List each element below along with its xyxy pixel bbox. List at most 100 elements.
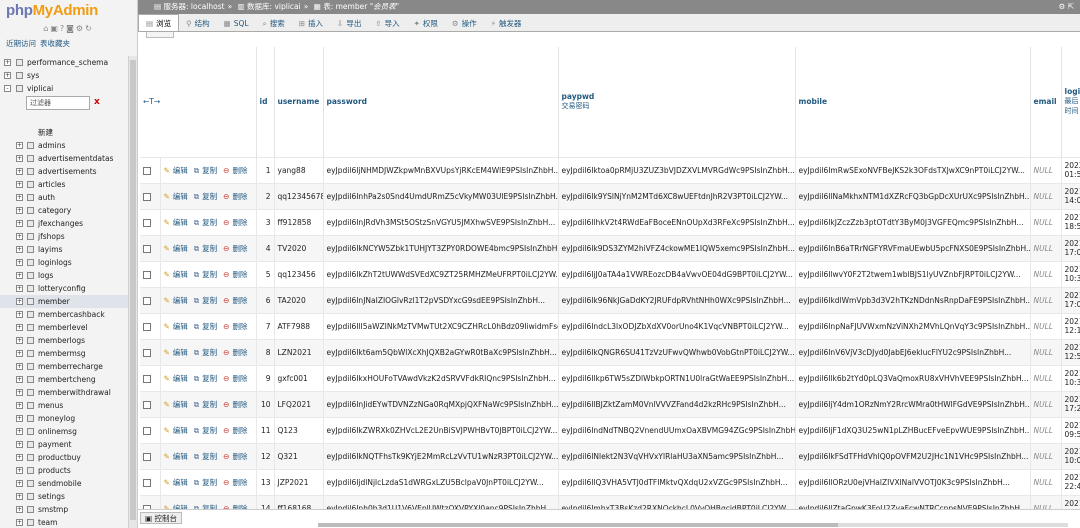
tree-database-sys[interactable]: + sys	[0, 69, 128, 82]
edit-action[interactable]: ✎ 编辑	[164, 400, 191, 409]
cell-username[interactable]: ATF7988	[274, 312, 324, 339]
cell-mobile[interactable]: eyJpdil6Ilk6b2tYd0pLQ3VaQmoxRU8xVHVhVEE9…	[795, 364, 1031, 391]
checkbox[interactable]	[143, 270, 151, 279]
edit-action[interactable]: ✎ 编辑	[164, 270, 191, 279]
expand-icon[interactable]: +	[16, 337, 23, 344]
checkbox[interactable]	[143, 192, 151, 201]
tab-8[interactable]: ⚙ 操作	[445, 15, 484, 32]
cell-mobile[interactable]: eyJpdil6IkFSdTFHdVhlQ0pOVFM2U2JHc1N1VHc9…	[795, 442, 1031, 469]
cell-paypwd[interactable]: eyJpdil6IjJ0aTA4a1VWREozcDB4aVwvOE04dG9B…	[558, 260, 796, 287]
cell-password[interactable]: eyJpdil6IkNCYW5Zbk1TUHJYT3ZPY0RDOWE4bmc9…	[323, 234, 559, 261]
copy-action[interactable]: ⧉ 复制	[194, 296, 220, 305]
cell-email[interactable]: NULL	[1030, 312, 1062, 339]
delete-action[interactable]: ⊖ 删除	[223, 478, 250, 487]
expand-icon[interactable]: +	[4, 59, 11, 66]
cell-login[interactable]: 2021 17:0	[1061, 286, 1080, 313]
tree-table-logs[interactable]: + logs	[0, 269, 128, 282]
expand-icon[interactable]: +	[16, 519, 23, 526]
checkbox[interactable]	[143, 166, 151, 175]
phpmyadmin-logo[interactable]: phpMyAdmin	[0, 0, 137, 24]
cell-login[interactable]: 2021 12:1	[1061, 312, 1080, 339]
cell-email[interactable]: NULL	[1030, 442, 1062, 469]
expand-icon[interactable]: +	[16, 454, 23, 461]
reload-icon[interactable]: ↻	[85, 24, 94, 33]
copy-action[interactable]: ⧉ 复制	[194, 322, 220, 331]
checkbox[interactable]	[143, 374, 151, 383]
cell-login[interactable]: 2021 10:0	[1061, 442, 1080, 469]
cell-paypwd[interactable]: eyJpdil6Ik96NkJGaDdKY2JRUFdpRVhtNHh0WXc9…	[558, 286, 796, 313]
row-checkbox[interactable]	[140, 286, 161, 313]
cell-paypwd[interactable]: eyJpdil6Ik9YSlNjYnM2MTd6XC8wUEFtdnJhR2V3…	[558, 182, 796, 209]
cell-email[interactable]: NULL	[1030, 234, 1062, 261]
edit-action[interactable]: ✎ 编辑	[164, 478, 191, 487]
tab-0[interactable]: ▤ 浏览	[138, 14, 180, 31]
delete-action[interactable]: ⊖ 删除	[223, 270, 250, 279]
tree-database-viplicai[interactable]: - viplicai	[0, 82, 128, 95]
expand-icon[interactable]: +	[4, 72, 11, 79]
cell-id[interactable]: 9	[256, 364, 275, 391]
cell-login[interactable]: 2021 12:5	[1061, 338, 1080, 365]
copy-action[interactable]: ⧉ 复制	[194, 452, 220, 461]
breadcrumb-server[interactable]: localhost	[191, 2, 225, 11]
tab-1[interactable]: ⚲ 结构	[179, 15, 217, 32]
tree-table-smstmp[interactable]: + smstmp	[0, 503, 128, 516]
tree-database-performance_schema[interactable]: + performance_schema	[0, 56, 128, 69]
tab-4[interactable]: ⊞ 插入	[292, 15, 330, 32]
cell-login[interactable]: 2021 10:3	[1061, 260, 1080, 287]
delete-action[interactable]: ⊖ 删除	[223, 426, 250, 435]
cell-paypwd[interactable]: eyJpdil6IndcL3lxODJZbXdXV0orUno4K1VqcVNB…	[558, 312, 796, 339]
cell-mobile[interactable]: eyJpdil6IlORzU0ejVHalZIVXlNalVVOTJ0K3c9P…	[795, 468, 1031, 495]
edit-action[interactable]: ✎ 编辑	[164, 426, 191, 435]
horizontal-scrollbar[interactable]	[318, 523, 1068, 527]
checkbox[interactable]	[143, 426, 151, 435]
cell-login[interactable]: 2021 14:0	[1061, 182, 1080, 209]
cell-paypwd[interactable]: eyJpdil6ImhxT3BsKzd2RXNQckhcL0VyOHBqcjdB…	[558, 494, 796, 509]
cell-email[interactable]: NULL	[1030, 468, 1062, 495]
tree-table-jfexchanges[interactable]: + jfexchanges	[0, 217, 128, 230]
edit-action[interactable]: ✎ 编辑	[164, 244, 191, 253]
cell-username[interactable]: qq12345678	[274, 182, 324, 209]
checkbox[interactable]	[143, 400, 151, 409]
copy-action[interactable]: ⧉ 复制	[194, 426, 220, 435]
cell-mobile[interactable]: eyJpdil6IjY4dm1ORzNmY2RrcWMra0tHWlFGdVE9…	[795, 390, 1031, 417]
cell-id[interactable]: 5	[256, 260, 275, 287]
tree-table-jfshops[interactable]: + jfshops	[0, 230, 128, 243]
expand-icon[interactable]: +	[16, 324, 23, 331]
expand-icon[interactable]: +	[16, 480, 23, 487]
cell-id[interactable]: 4	[256, 234, 275, 261]
cell-id[interactable]: 8	[256, 338, 275, 365]
cell-login[interactable]: 2022 01:5	[1061, 156, 1080, 183]
cell-email[interactable]: NULL	[1030, 182, 1062, 209]
cell-login[interactable]: 2021 18:5	[1061, 208, 1080, 235]
cell-mobile[interactable]: eyJpdil6InpNaFJUVWxmNzViNXh2MVhLQnVqY3c9…	[795, 312, 1031, 339]
tree-table-membercashback[interactable]: + membercashback	[0, 308, 128, 321]
expand-icon[interactable]: +	[16, 259, 23, 266]
breadcrumb-database[interactable]: viplicai	[274, 2, 300, 11]
delete-action[interactable]: ⊖ 删除	[223, 192, 250, 201]
new-table-link[interactable]: 新建	[0, 126, 128, 139]
delete-action[interactable]: ⊖ 删除	[223, 218, 250, 227]
cell-username[interactable]: TA2020	[274, 286, 324, 313]
tab-5[interactable]: ⇩ 导出	[330, 15, 368, 32]
cell-password[interactable]: eyJpdil6IjdlNjlcLzdaS1dWRGxLZU5BclpaV0Jn…	[323, 468, 559, 495]
cell-paypwd[interactable]: eyJpdil6IlBJZktZamM0VnlVVVZFand4d2kzRHc9…	[558, 390, 796, 417]
tree-table-payment[interactable]: + payment	[0, 438, 128, 451]
cell-password[interactable]: eyJpdil6IkZWRXk0ZHVcL2E2UnBiSVJPWHBvT0JB…	[323, 416, 559, 443]
delete-action[interactable]: ⊖ 删除	[223, 452, 250, 461]
column-header-username[interactable]: username	[274, 47, 324, 157]
cell-id[interactable]: 7	[256, 312, 275, 339]
expand-icon[interactable]: +	[16, 415, 23, 422]
row-checkbox[interactable]	[140, 260, 161, 287]
expand-icon[interactable]: +	[16, 246, 23, 253]
cell-email[interactable]: NULL	[1030, 390, 1062, 417]
row-checkbox[interactable]	[140, 208, 161, 235]
cell-login[interactable]: 2021 10:3	[1061, 364, 1080, 391]
cell-password[interactable]: eyJpdil6IkxHOUFoTVAwdVkzK2dSRVVFdkRIQnc9…	[323, 364, 559, 391]
cell-email[interactable]: NULL	[1030, 156, 1062, 183]
tree-table-membertcheng[interactable]: + membertcheng	[0, 373, 128, 386]
delete-action[interactable]: ⊖ 删除	[223, 166, 250, 175]
copy-action[interactable]: ⧉ 复制	[194, 478, 220, 487]
cell-password[interactable]: eyJpdil6IlI5aWZINkMzTVMwTUt2XC9CZHRcL0hB…	[323, 312, 559, 339]
copy-action[interactable]: ⧉ 复制	[194, 166, 220, 175]
expand-icon[interactable]: +	[16, 155, 23, 162]
